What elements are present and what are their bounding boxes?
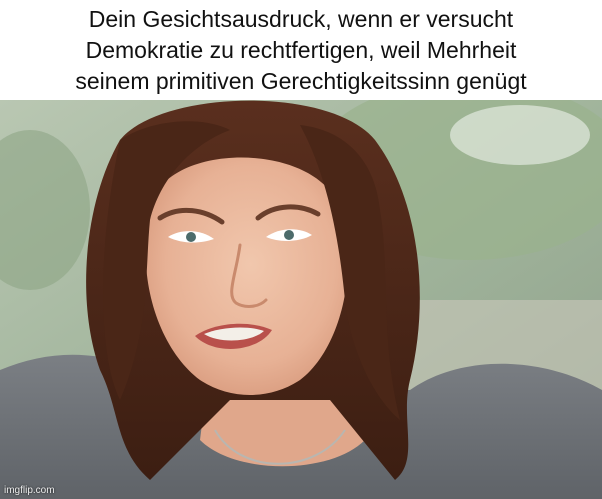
right-iris	[284, 230, 294, 240]
meme-caption: Dein Gesichtsausdruck, wenn er versucht …	[0, 4, 602, 97]
background-sky-patch	[450, 105, 590, 165]
caption-line-2: Demokratie zu rechtfertigen, weil Mehrhe…	[85, 36, 517, 63]
meme-card: Dein Gesichtsausdruck, wenn er versucht …	[0, 0, 602, 499]
caption-line-3: seinem primitiven Gerechtigkeitssinn gen…	[75, 67, 527, 94]
caption-line-1: Dein Gesichtsausdruck, wenn er versucht	[88, 5, 514, 32]
left-iris	[186, 232, 196, 242]
caption-area: Dein Gesichtsausdruck, wenn er versucht …	[0, 0, 602, 100]
meme-photo	[0, 100, 602, 499]
watermark: imgflip.com	[4, 485, 55, 496]
